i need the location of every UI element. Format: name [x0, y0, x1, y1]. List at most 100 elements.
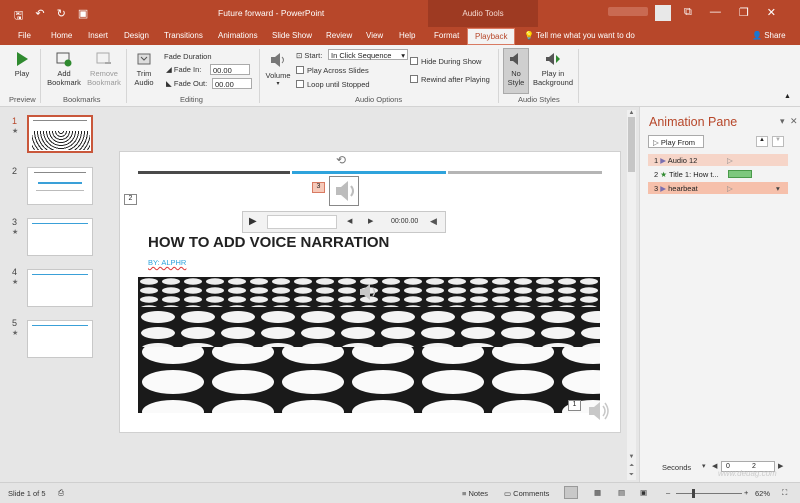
hide-during-show-checkbox[interactable]: Hide During Show	[410, 57, 481, 66]
slide-subtitle[interactable]: BY: ALPHR	[148, 258, 186, 267]
tab-slide-show[interactable]: Slide Show	[272, 31, 312, 40]
animation-tag-3[interactable]: 3	[312, 182, 325, 193]
zoom-slider-thumb[interactable]	[692, 489, 695, 498]
remove-bookmark-button[interactable]: Remove Bookmark	[86, 51, 122, 87]
collapse-ribbon-icon[interactable]: ▲	[784, 93, 791, 100]
volume-button[interactable]: Volume ▾	[263, 51, 293, 89]
slide-thumbnail-5[interactable]	[27, 320, 93, 358]
animation-star-icon: ★	[12, 330, 19, 337]
player-play-icon[interactable]: ▶	[249, 216, 257, 227]
move-up-button[interactable]: ▲	[756, 136, 768, 147]
scroll-down-icon[interactable]: ▼	[627, 454, 636, 460]
timing-marker-icon: ▷	[727, 184, 733, 193]
audio-selection-box[interactable]	[329, 176, 359, 206]
animation-tag-1[interactable]: 1	[568, 400, 581, 411]
header-bar-left	[138, 171, 290, 174]
tab-view[interactable]: View	[366, 31, 383, 40]
play-from-button[interactable]: ▷ Play From	[648, 135, 704, 148]
tab-insert[interactable]: Insert	[88, 31, 108, 40]
slide-sorter-icon[interactable]: ▦	[594, 488, 601, 497]
move-down-button[interactable]: ▼	[772, 136, 784, 147]
slide-title[interactable]: HOW TO ADD VOICE NARRATION	[148, 234, 389, 251]
tab-playback[interactable]: Playback	[467, 28, 516, 45]
restore-icon[interactable]: ❐	[739, 6, 749, 19]
slide-image[interactable]	[138, 277, 600, 413]
slide-thumbnail-4[interactable]	[27, 269, 93, 307]
close-icon[interactable]: ✕	[767, 6, 776, 19]
zoom-in-timeline-icon[interactable]: ▶	[778, 462, 783, 470]
tell-me-box[interactable]: 💡 Tell me what you want to do	[524, 31, 635, 40]
tab-review[interactable]: Review	[326, 31, 352, 40]
slide-canvas[interactable]: 2 ⟲ 3 ▶ ◀ ▶ 00:00.00 ◀ HOW TO ADD VOICE …	[119, 151, 621, 433]
present-icon[interactable]: ▣	[78, 7, 88, 26]
previous-slide-icon[interactable]: ⏶	[627, 463, 636, 470]
scroll-up-icon[interactable]: ▲	[627, 110, 636, 116]
spellcheck-icon[interactable]: ⎙	[58, 488, 64, 498]
zoom-slider[interactable]	[676, 493, 742, 494]
start-select[interactable]: In Click Sequence ▾	[328, 49, 408, 60]
zoom-out-icon[interactable]: –	[666, 488, 670, 497]
tab-design[interactable]: Design	[124, 31, 149, 40]
normal-view-icon[interactable]	[564, 486, 578, 499]
pane-options-icon[interactable]: ▾	[780, 116, 785, 127]
animation-item-3[interactable]: 3 ▶ hearbeat ▷ ▾	[648, 182, 788, 194]
slide-scrollbar[interactable]: ▲ ▼ ⏶ ⏷	[627, 110, 636, 480]
add-bookmark-button[interactable]: Add Bookmark	[44, 51, 84, 87]
group-audio-styles-label: Audio Styles	[518, 95, 560, 104]
group-separator	[40, 49, 41, 103]
tab-animations[interactable]: Animations	[218, 31, 258, 40]
comments-button[interactable]: ▭ Comments	[504, 489, 549, 498]
player-volume-icon[interactable]: ◀	[430, 216, 437, 227]
animation-item-1[interactable]: 1 ▶ Audio 12 ▷	[648, 154, 788, 166]
ribbon-options-icon[interactable]: ⧉	[684, 6, 692, 19]
volume-icon	[271, 53, 284, 67]
scroll-thumb[interactable]	[628, 117, 635, 172]
close-icon[interactable]: ✕	[790, 116, 798, 127]
tab-home[interactable]: Home	[51, 31, 72, 40]
slide-thumbnail-1[interactable]	[27, 115, 93, 153]
slideshow-view-icon[interactable]: ▣	[640, 488, 647, 497]
next-slide-icon[interactable]: ⏷	[627, 472, 636, 479]
reading-view-icon[interactable]: ▤	[618, 488, 625, 497]
rotate-handle-icon[interactable]: ⟲	[336, 153, 346, 167]
zoom-in-icon[interactable]: +	[744, 488, 748, 497]
chevron-down-icon: ▾	[276, 81, 280, 87]
account-name[interactable]	[608, 7, 648, 16]
zoom-out-timeline-icon[interactable]: ◀	[712, 462, 717, 470]
animation-tag-2[interactable]: 2	[124, 194, 137, 205]
fit-slide-icon[interactable]: ⛶	[782, 488, 787, 498]
tab-file[interactable]: File	[18, 31, 31, 40]
status-bar: Slide 1 of 5 ⎙ ≡ Notes ▭ Comments ▦ ▤ ▣ …	[0, 482, 800, 503]
save-icon[interactable]: 🖫	[14, 7, 23, 26]
player-back-icon[interactable]: ◀	[347, 217, 352, 225]
tab-transitions[interactable]: Transitions	[164, 31, 203, 40]
no-style-button[interactable]: No Style	[503, 48, 529, 94]
speaker-icon[interactable]	[585, 398, 611, 424]
play-in-background-button[interactable]: Play in Background	[532, 51, 574, 87]
fade-out-input[interactable]: 00.00	[212, 78, 252, 89]
loop-checkbox[interactable]: Loop until Stopped	[296, 80, 370, 89]
play-across-slides-checkbox[interactable]: Play Across Slides	[296, 66, 369, 75]
avatar[interactable]	[655, 5, 671, 21]
minimize-icon[interactable]: —	[710, 6, 721, 19]
zoom-level[interactable]: 62%	[755, 489, 770, 498]
seconds-dropdown-icon[interactable]: ▾	[702, 462, 706, 470]
chevron-down-icon[interactable]: ▾	[776, 184, 780, 193]
fade-in-input[interactable]: 00.00	[210, 64, 250, 75]
slide-thumbnail-2[interactable]	[27, 167, 93, 205]
animation-item-2[interactable]: 2 ★ Title 1: How t...	[648, 168, 788, 180]
player-forward-icon[interactable]: ▶	[368, 217, 373, 225]
tab-format[interactable]: Format	[434, 31, 459, 40]
player-progress-bar[interactable]	[267, 215, 337, 229]
undo-icon[interactable]: ↶	[35, 7, 44, 26]
share-button[interactable]: 👤 Share	[752, 31, 786, 40]
redo-icon[interactable]: ↻	[57, 7, 66, 26]
group-editing-label: Editing	[180, 95, 203, 104]
audio-player[interactable]: ▶ ◀ ▶ 00:00.00 ◀	[242, 211, 446, 233]
rewind-checkbox[interactable]: Rewind after Playing	[410, 75, 490, 84]
trim-audio-button[interactable]: Trim Audio	[131, 51, 157, 87]
notes-button[interactable]: ≡ Notes	[462, 489, 488, 498]
slide-thumbnail-3[interactable]	[27, 218, 93, 256]
play-button[interactable]: Play	[8, 51, 36, 78]
tab-help[interactable]: Help	[399, 31, 415, 40]
